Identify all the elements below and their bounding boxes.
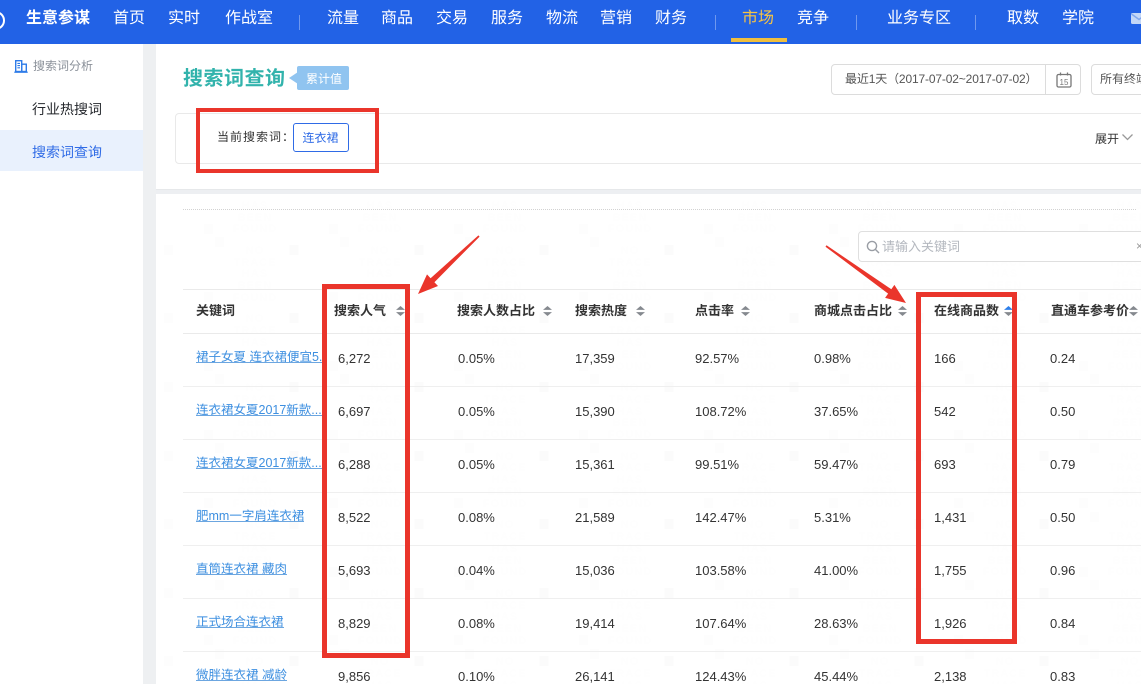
svg-text:15: 15 <box>1060 78 1069 87</box>
